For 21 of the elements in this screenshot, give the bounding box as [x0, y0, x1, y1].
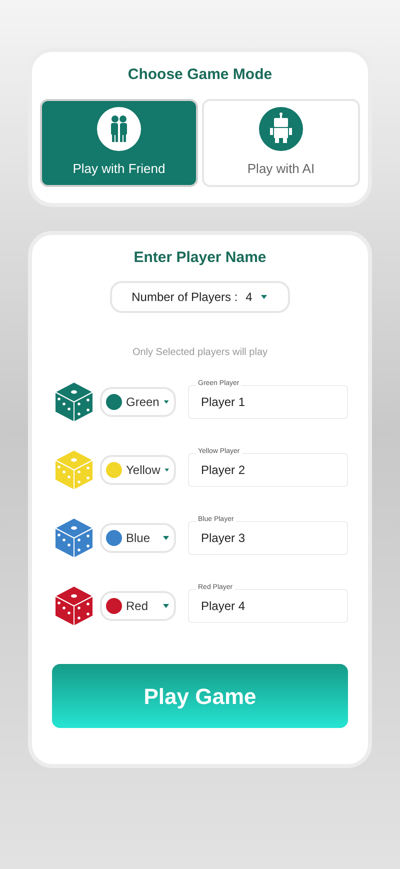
color-dropdown[interactable]: Blue: [100, 523, 176, 553]
color-dropdown[interactable]: Red: [100, 591, 176, 621]
caret-icon: [162, 602, 170, 610]
two-people-icon: [97, 106, 141, 151]
player-count-dropdown[interactable]: Number of Players : 4: [110, 281, 290, 313]
caret-icon: [162, 534, 170, 542]
caret-icon: [260, 293, 268, 301]
player-name-field[interactable]: Player 2: [188, 453, 348, 487]
mode-option[interactable]: Play with AI: [202, 98, 360, 186]
mode-option[interactable]: Play with Friend: [40, 98, 198, 186]
color-dropdown[interactable]: Green: [100, 387, 176, 417]
player-name-field[interactable]: Player 3: [188, 521, 348, 555]
card-title: Choose Game Mode: [128, 65, 272, 85]
hint-text: Only Selected players will play: [132, 346, 268, 360]
color-dropdown[interactable]: Yellow: [100, 455, 176, 485]
card-title: Enter Player Name: [134, 248, 266, 268]
player-name-field[interactable]: Player 1: [188, 385, 348, 419]
caret-icon: [163, 398, 170, 406]
robot-icon: [259, 106, 303, 151]
player-name-field[interactable]: Player 4: [188, 589, 348, 623]
caret-icon: [164, 466, 170, 474]
